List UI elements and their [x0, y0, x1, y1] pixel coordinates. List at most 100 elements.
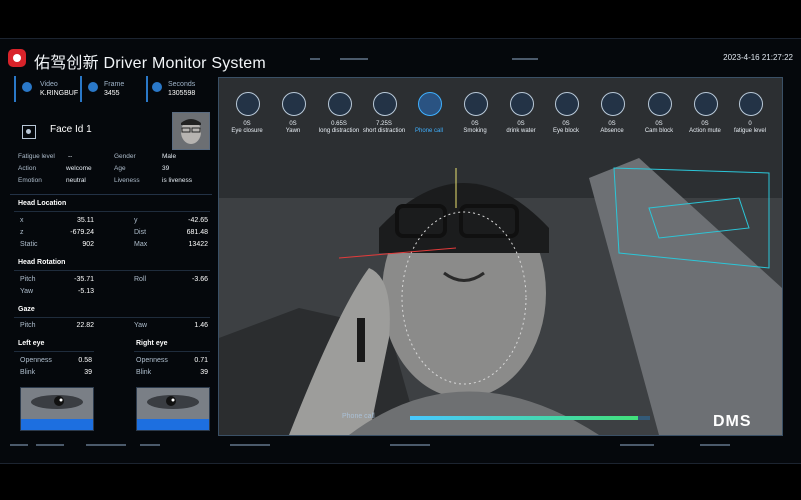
deco-line — [310, 58, 320, 60]
action-mute-icon[interactable] — [694, 92, 718, 116]
right-openness-value: 0.71 — [194, 357, 208, 364]
phone-icon[interactable] — [418, 92, 442, 116]
pitch-value: -35.71 — [74, 276, 94, 283]
yaw-label: Yaw — [20, 288, 34, 295]
divider — [14, 270, 210, 271]
head-max-value: 13422 — [188, 241, 208, 248]
video-value: K.RINGBUF — [40, 90, 79, 97]
face-id-title: Face Id 1 — [50, 124, 92, 135]
pitch-label: Pitch — [20, 276, 36, 283]
head-z-value: -679.24 — [70, 229, 94, 236]
deco-line — [512, 58, 538, 60]
detector-label: Phone call — [414, 128, 444, 134]
cam-block-icon[interactable] — [648, 92, 672, 116]
frame-value: 3455 — [104, 90, 120, 97]
divider — [14, 351, 94, 352]
deco-line — [36, 444, 64, 446]
action-value: welcome — [66, 165, 92, 172]
fatigue-icon[interactable] — [739, 92, 763, 116]
absence-icon[interactable] — [601, 92, 625, 116]
frame-icon — [88, 82, 98, 92]
right-blink-label: Blink — [136, 369, 152, 376]
yawn-icon[interactable] — [282, 92, 306, 116]
detector-value: 0S — [517, 121, 525, 127]
head-y-value: -42.65 — [188, 217, 208, 224]
head-x-value: 35.11 — [77, 217, 94, 224]
detector-value: 0 — [748, 121, 752, 127]
deco-line — [86, 444, 126, 446]
clock-icon — [152, 82, 162, 92]
right-eye-signal — [137, 419, 209, 430]
detector-label: fatigue level — [733, 128, 767, 134]
head-location-title: Head Location — [18, 200, 67, 207]
smoking-icon[interactable] — [464, 92, 488, 116]
brand-logo — [8, 49, 26, 67]
roll-label: Roll — [134, 276, 147, 283]
detector-value: 0S — [243, 121, 251, 127]
detector-label: Absence — [600, 128, 624, 134]
yaw-value: -5.13 — [78, 288, 94, 295]
head-static-value: 902 — [82, 241, 94, 248]
frame-label: Frame — [104, 81, 125, 88]
seconds-value: 1305598 — [168, 90, 196, 97]
eye-closure-icon[interactable] — [236, 92, 260, 116]
left-eye-title: Left eye — [18, 340, 45, 347]
short-distraction-icon[interactable] — [373, 92, 397, 116]
gaze-title: Gaze — [18, 306, 35, 313]
gender-value: Male — [162, 153, 177, 160]
age-label: Age — [114, 165, 126, 172]
divider — [14, 211, 210, 212]
detector-label: Eye closure — [231, 128, 263, 134]
gaze-pitch-label: Pitch — [20, 322, 36, 329]
head-max-label: Max — [134, 241, 148, 248]
head-static-label: Static — [20, 241, 38, 248]
status-progress-track — [410, 416, 650, 420]
detector-label: long distraction — [318, 128, 360, 134]
gaze-yaw-label: Yaw — [134, 322, 148, 329]
head-x-label: x — [20, 217, 24, 224]
action-label: Action — [18, 165, 37, 172]
detector-value: 0S — [608, 121, 616, 127]
detector-label: short distraction — [362, 128, 406, 134]
drink-icon[interactable] — [510, 92, 534, 116]
status-label: Phone call — [342, 413, 375, 420]
right-blink-value: 39 — [200, 369, 208, 376]
seconds-label: Seconds — [168, 81, 196, 88]
app-title: 佑驾创新 Driver Monitor System — [34, 55, 266, 72]
gaze-yaw-value: 1.46 — [194, 322, 208, 329]
head-z-label: z — [20, 229, 24, 236]
deco-line — [340, 58, 368, 60]
long-distraction-icon[interactable] — [328, 92, 352, 116]
left-openness-value: 0.58 — [78, 357, 92, 364]
deco-line — [390, 444, 430, 446]
liveness-label: Liveness — [114, 177, 140, 184]
detector-label: Eye block — [552, 128, 579, 134]
divider — [14, 317, 210, 318]
status-progress-fill — [410, 416, 638, 420]
detector-label: Smoking — [463, 128, 487, 134]
detector-value: 0.65S — [331, 121, 347, 127]
liveness-value: is liveness — [162, 177, 192, 184]
detector-label: drink water — [506, 128, 536, 134]
left-blink-label: Blink — [20, 369, 36, 376]
face-thumbnail — [172, 112, 210, 150]
gaze-pitch-value: 22.82 — [76, 322, 94, 329]
left-eye-signal — [21, 419, 93, 430]
detector-value: 0S — [655, 121, 663, 127]
eye-block-icon[interactable] — [555, 92, 579, 116]
left-eye-image — [20, 387, 94, 431]
dms-badge: DMS — [713, 413, 752, 430]
head-dist-label: Dist — [134, 229, 147, 236]
video-icon — [22, 82, 32, 92]
detector-label: Action mute — [689, 128, 721, 134]
fatigue-level-value: -- — [68, 153, 73, 160]
deco-line — [700, 444, 730, 446]
gender-label: Gender — [114, 153, 136, 160]
datetime: 2023-4-16 21:27:22 — [723, 53, 793, 62]
left-openness-label: Openness — [20, 357, 52, 364]
video-label: Video — [40, 81, 58, 88]
detector-value: 0S — [289, 121, 297, 127]
detector-label: Cam block — [644, 128, 674, 134]
emotion-label: Emotion — [18, 177, 42, 184]
detector-value: 0S — [562, 121, 570, 127]
